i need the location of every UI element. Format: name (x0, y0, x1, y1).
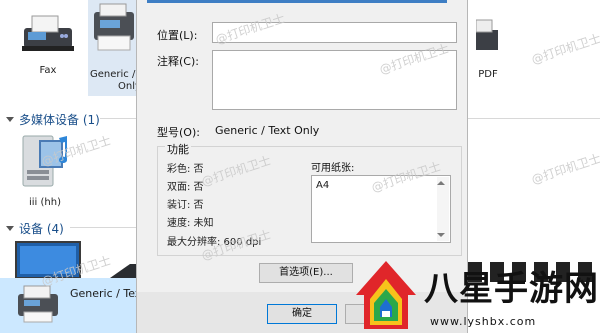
feature-speed: 速度: 未知 (167, 218, 214, 229)
watermark-text: @打印机卫士 (529, 151, 600, 187)
model-value: Generic / Text Only (215, 124, 320, 137)
selected-printer-icon-wrap (14, 284, 62, 327)
ok-button[interactable]: 确定 (267, 304, 337, 324)
model-label: 型号(O): (157, 126, 200, 139)
feature-duplex: 双面: 否 (167, 182, 204, 193)
paper-item[interactable]: A4 (316, 180, 329, 191)
section-divider (70, 227, 136, 228)
media-device-label: iii (hh) (29, 197, 61, 208)
section-devices-title: 设备 (4) (19, 222, 64, 236)
printer-icon (94, 3, 134, 51)
scroll-down-icon[interactable] (437, 233, 445, 237)
fax-label: Fax (39, 65, 57, 76)
watermark-text: @打印机卫士 (529, 31, 600, 67)
section-multimedia-title: 多媒体设备 (1) (19, 113, 100, 127)
logo-url: www.lyshbx.com (430, 315, 537, 328)
section-divider (100, 118, 136, 119)
preferences-button[interactable]: 首选项(E)... (259, 263, 353, 283)
keyboard-icon (110, 264, 138, 278)
location-label: 位置(L): (157, 29, 198, 42)
section-multimedia-header[interactable]: 多媒体设备 (1) (6, 111, 100, 128)
paper-scrollbar[interactable] (437, 177, 449, 241)
scroll-up-icon[interactable] (437, 181, 445, 185)
fax-device[interactable]: Fax (8, 8, 88, 77)
comment-label: 注释(C): (157, 55, 199, 68)
site-logo: 八星手游网 www.lyshbx.com (350, 255, 600, 333)
chevron-down-icon (6, 226, 14, 231)
pdf-label: PDF (478, 69, 498, 80)
generic-printer-device[interactable]: Generic / Only (88, 0, 141, 96)
printer-icon (18, 285, 58, 323)
chevron-down-icon (6, 117, 14, 122)
feature-staple: 装订: 否 (167, 200, 204, 211)
pdf-printer-device[interactable]: PDF (468, 10, 508, 81)
pdf-printer-icon (475, 19, 498, 50)
logo-house-icon (356, 261, 416, 329)
paper-label: 可用纸张: (311, 163, 355, 174)
dialog-top-accent (147, 0, 447, 3)
generic-printer-label-2: Only (118, 81, 141, 92)
fax-icon (22, 15, 74, 51)
generic-printer-label-1: Generic / (90, 69, 136, 80)
logo-text: 八星手游网 (424, 269, 599, 309)
section-devices-header[interactable]: 设备 (4) (6, 220, 64, 237)
features-title: 功能 (165, 141, 191, 157)
section-divider-right (468, 118, 600, 119)
